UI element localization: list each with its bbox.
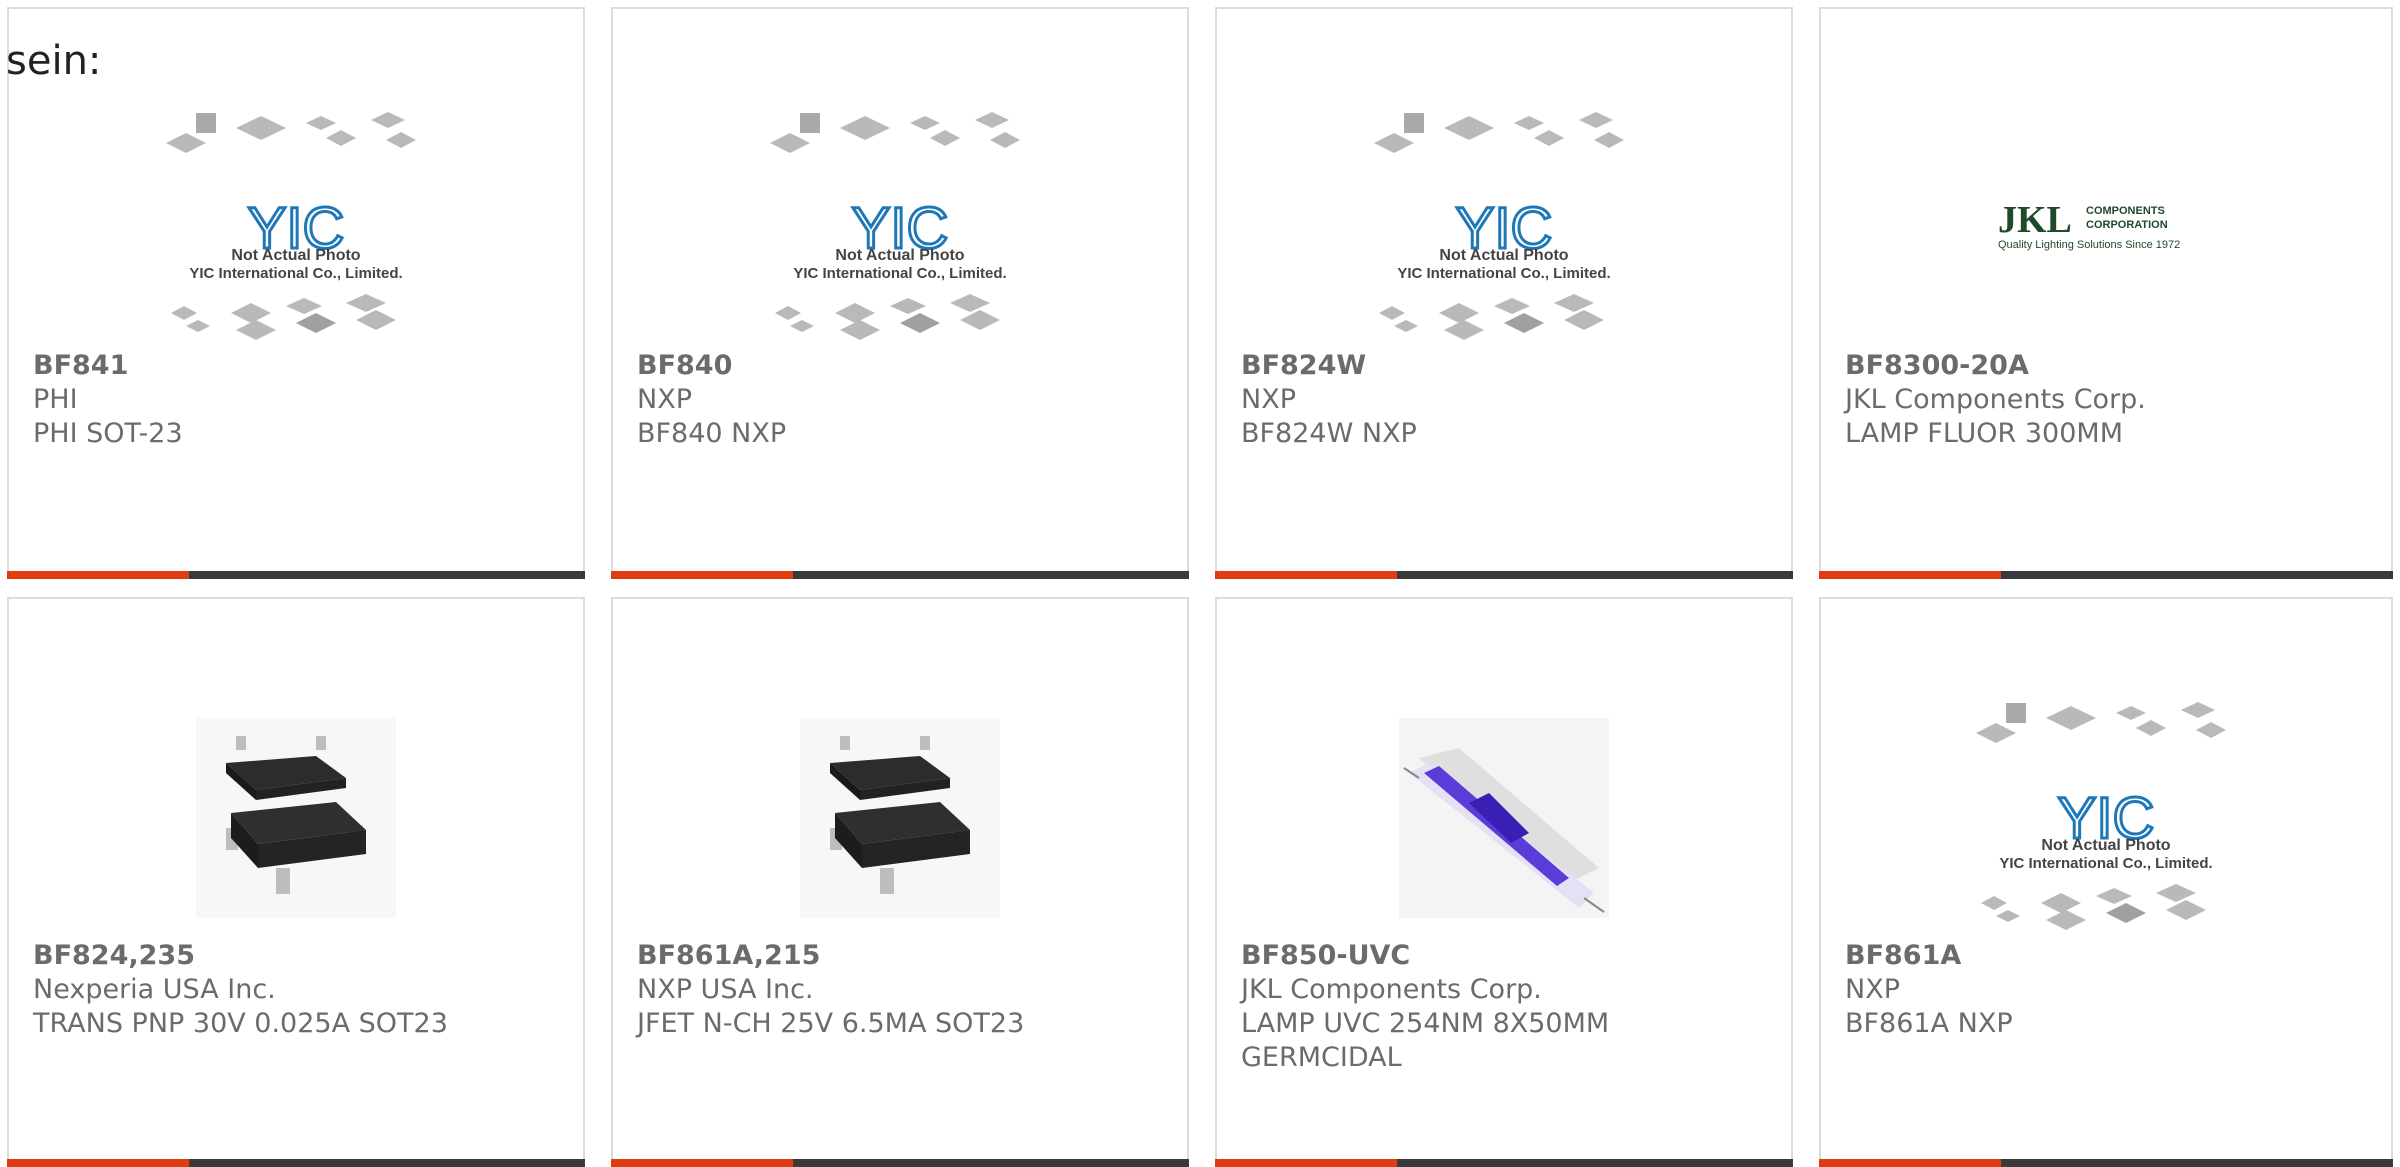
manufacturer: PHI <box>33 384 78 415</box>
description: LAMP UVC 254NM 8X50MM GERMCIDAL <box>1241 1008 1610 1073</box>
description: LAMP FLUOR 300MM <box>1845 418 2124 449</box>
svg-text:YIC International Co., Limited: YIC International Co., Limited. <box>1999 855 2212 872</box>
description: BF824W NXP <box>1241 418 1417 449</box>
svg-text:JKL: JKL <box>1998 199 2072 241</box>
uv-lamp-icon <box>1399 718 1609 918</box>
part-number[interactable]: BF824,235 <box>33 939 563 973</box>
svg-text:YIC International Co., Limited: YIC International Co., Limited. <box>1397 265 1610 282</box>
product-image-placeholder: YIC Not Actual Photo YIC International C… <box>9 97 583 359</box>
svg-text:YIC International Co., Limited: YIC International Co., Limited. <box>189 265 402 282</box>
card-accent-bar <box>1819 571 2393 579</box>
product-image-uv-lamp <box>1217 687 1791 949</box>
product-card[interactable]: BF824,235 Nexperia USA Inc. TRANS PNP 30… <box>7 597 585 1167</box>
card-accent-bar <box>7 571 585 579</box>
svg-text:Not Actual Photo: Not Actual Photo <box>1439 247 1568 264</box>
card-accent-bar <box>611 1159 1189 1167</box>
part-number[interactable]: BF861A <box>1845 939 2371 973</box>
product-grid: YIC Not Actual Photo YIC International C… <box>0 0 2400 1167</box>
svg-text:Not Actual Photo: Not Actual Photo <box>2041 837 2170 854</box>
description: PHI SOT-23 <box>33 418 183 449</box>
product-card[interactable]: YIC Not Actual Photo YIC International C… <box>1819 597 2393 1167</box>
card-accent-bar <box>1819 1159 2393 1167</box>
sot23-package-icon <box>196 718 396 918</box>
product-image-sot23 <box>9 687 583 949</box>
product-info: BF824W NXP BF824W NXP <box>1241 349 1771 451</box>
part-number[interactable]: BF8300-20A <box>1845 349 2371 383</box>
product-image-placeholder: YIC Not Actual Photo YIC International C… <box>613 97 1187 359</box>
card-accent-bar <box>1215 1159 1793 1167</box>
manufacturer: JKL Components Corp. <box>1241 974 1542 1005</box>
part-number[interactable]: BF840 <box>637 349 1167 383</box>
product-image-jkl-logo: JKL COMPONENTS CORPORATION Quality Light… <box>1821 97 2391 359</box>
product-card[interactable]: YIC Not Actual Photo YIC International C… <box>7 7 585 579</box>
jkl-logo-icon: JKL COMPONENTS CORPORATION Quality Light… <box>1998 199 2180 251</box>
description: BF861A NXP <box>1845 1008 2013 1039</box>
svg-text:YIC International Co., Limited: YIC International Co., Limited. <box>793 265 1006 282</box>
product-image-placeholder: YIC Not Actual Photo YIC International C… <box>1821 687 2391 949</box>
part-number[interactable]: BF841 <box>33 349 563 383</box>
product-info: BF840 NXP BF840 NXP <box>637 349 1167 451</box>
product-card[interactable]: JKL COMPONENTS CORPORATION Quality Light… <box>1819 7 2393 579</box>
card-accent-bar <box>1215 571 1793 579</box>
product-image-placeholder: YIC Not Actual Photo YIC International C… <box>1217 97 1791 359</box>
description: JFET N-CH 25V 6.5MA SOT23 <box>637 1008 1025 1039</box>
product-info: BF8300-20A JKL Components Corp. LAMP FLU… <box>1845 349 2371 451</box>
manufacturer: NXP <box>637 384 692 415</box>
placeholder-chips-icon: YIC Not Actual Photo YIC International C… <box>770 112 1020 340</box>
svg-text:Not Actual Photo: Not Actual Photo <box>835 247 964 264</box>
sot23-package-icon <box>800 718 1000 918</box>
product-card[interactable]: YIC Not Actual Photo YIC International C… <box>1215 7 1793 579</box>
svg-text:Not Actual Photo: Not Actual Photo <box>231 247 360 264</box>
manufacturer: JKL Components Corp. <box>1845 384 2146 415</box>
part-number[interactable]: BF861A,215 <box>637 939 1167 973</box>
manufacturer: NXP <box>1241 384 1296 415</box>
description: BF840 NXP <box>637 418 787 449</box>
product-info: BF861A NXP BF861A NXP <box>1845 939 2371 1041</box>
product-info: BF850-UVC JKL Components Corp. LAMP UVC … <box>1241 939 1771 1075</box>
part-number[interactable]: BF850-UVC <box>1241 939 1771 973</box>
product-card[interactable]: BF850-UVC JKL Components Corp. LAMP UVC … <box>1215 597 1793 1167</box>
manufacturer: NXP <box>1845 974 1900 1005</box>
product-card[interactable]: YIC Not Actual Photo YIC International C… <box>611 7 1189 579</box>
description: TRANS PNP 30V 0.025A SOT23 <box>33 1008 448 1039</box>
product-info: BF861A,215 NXP USA Inc. JFET N-CH 25V 6.… <box>637 939 1167 1041</box>
svg-text:Quality Lighting Solutions Sin: Quality Lighting Solutions Since 1972 <box>1998 239 2180 251</box>
manufacturer: Nexperia USA Inc. <box>33 974 276 1005</box>
svg-text:CORPORATION: CORPORATION <box>2086 219 2168 231</box>
card-accent-bar <box>611 571 1189 579</box>
svg-text:COMPONENTS: COMPONENTS <box>2086 205 2165 217</box>
manufacturer: NXP USA Inc. <box>637 974 814 1005</box>
part-number[interactable]: BF824W <box>1241 349 1771 383</box>
placeholder-chips-icon: YIC Not Actual Photo YIC International C… <box>1374 112 1624 340</box>
placeholder-chips-icon: YIC Not Actual Photo YIC International C… <box>166 112 416 340</box>
placeholder-chips-icon: YIC Not Actual Photo YIC International C… <box>1976 702 2226 930</box>
product-info: BF841 PHI PHI SOT-23 <box>33 349 563 451</box>
card-accent-bar <box>7 1159 585 1167</box>
product-card[interactable]: BF861A,215 NXP USA Inc. JFET N-CH 25V 6.… <box>611 597 1189 1167</box>
top-label: sein: <box>6 38 102 84</box>
product-info: BF824,235 Nexperia USA Inc. TRANS PNP 30… <box>33 939 563 1041</box>
product-image-sot23 <box>613 687 1187 949</box>
